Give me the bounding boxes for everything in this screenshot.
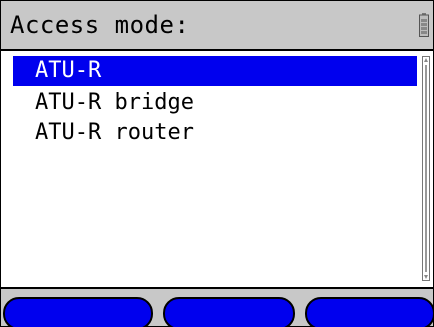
page-title: Access mode:	[10, 11, 190, 39]
softkey-3-button[interactable]	[305, 297, 434, 327]
list-item-label: ATU-R	[35, 58, 102, 83]
scroll-up-icon[interactable]	[424, 58, 428, 62]
list-scrollbar[interactable]	[422, 56, 430, 281]
list-item-atu-r-bridge[interactable]: ATU-R bridge	[13, 88, 417, 118]
access-mode-list: ATU-R ATU-R bridge ATU-R router	[13, 56, 419, 281]
title-bar: Access mode:	[1, 1, 433, 51]
scroll-track[interactable]	[425, 65, 427, 272]
list-item-label: ATU-R bridge	[35, 90, 194, 115]
list-item-atu-r-router[interactable]: ATU-R router	[13, 118, 417, 148]
softkey-2-button[interactable]	[163, 297, 295, 327]
scroll-down-icon[interactable]	[424, 275, 428, 279]
device-screen: Access mode: ATU-R ATU-R bridge ATU-R ro…	[0, 0, 434, 327]
list-item-atu-r[interactable]: ATU-R	[13, 56, 417, 86]
battery-icon	[419, 13, 429, 37]
list-item-label: ATU-R router	[35, 120, 194, 145]
softkey-bar	[1, 289, 434, 327]
softkey-1-button[interactable]	[3, 297, 153, 327]
